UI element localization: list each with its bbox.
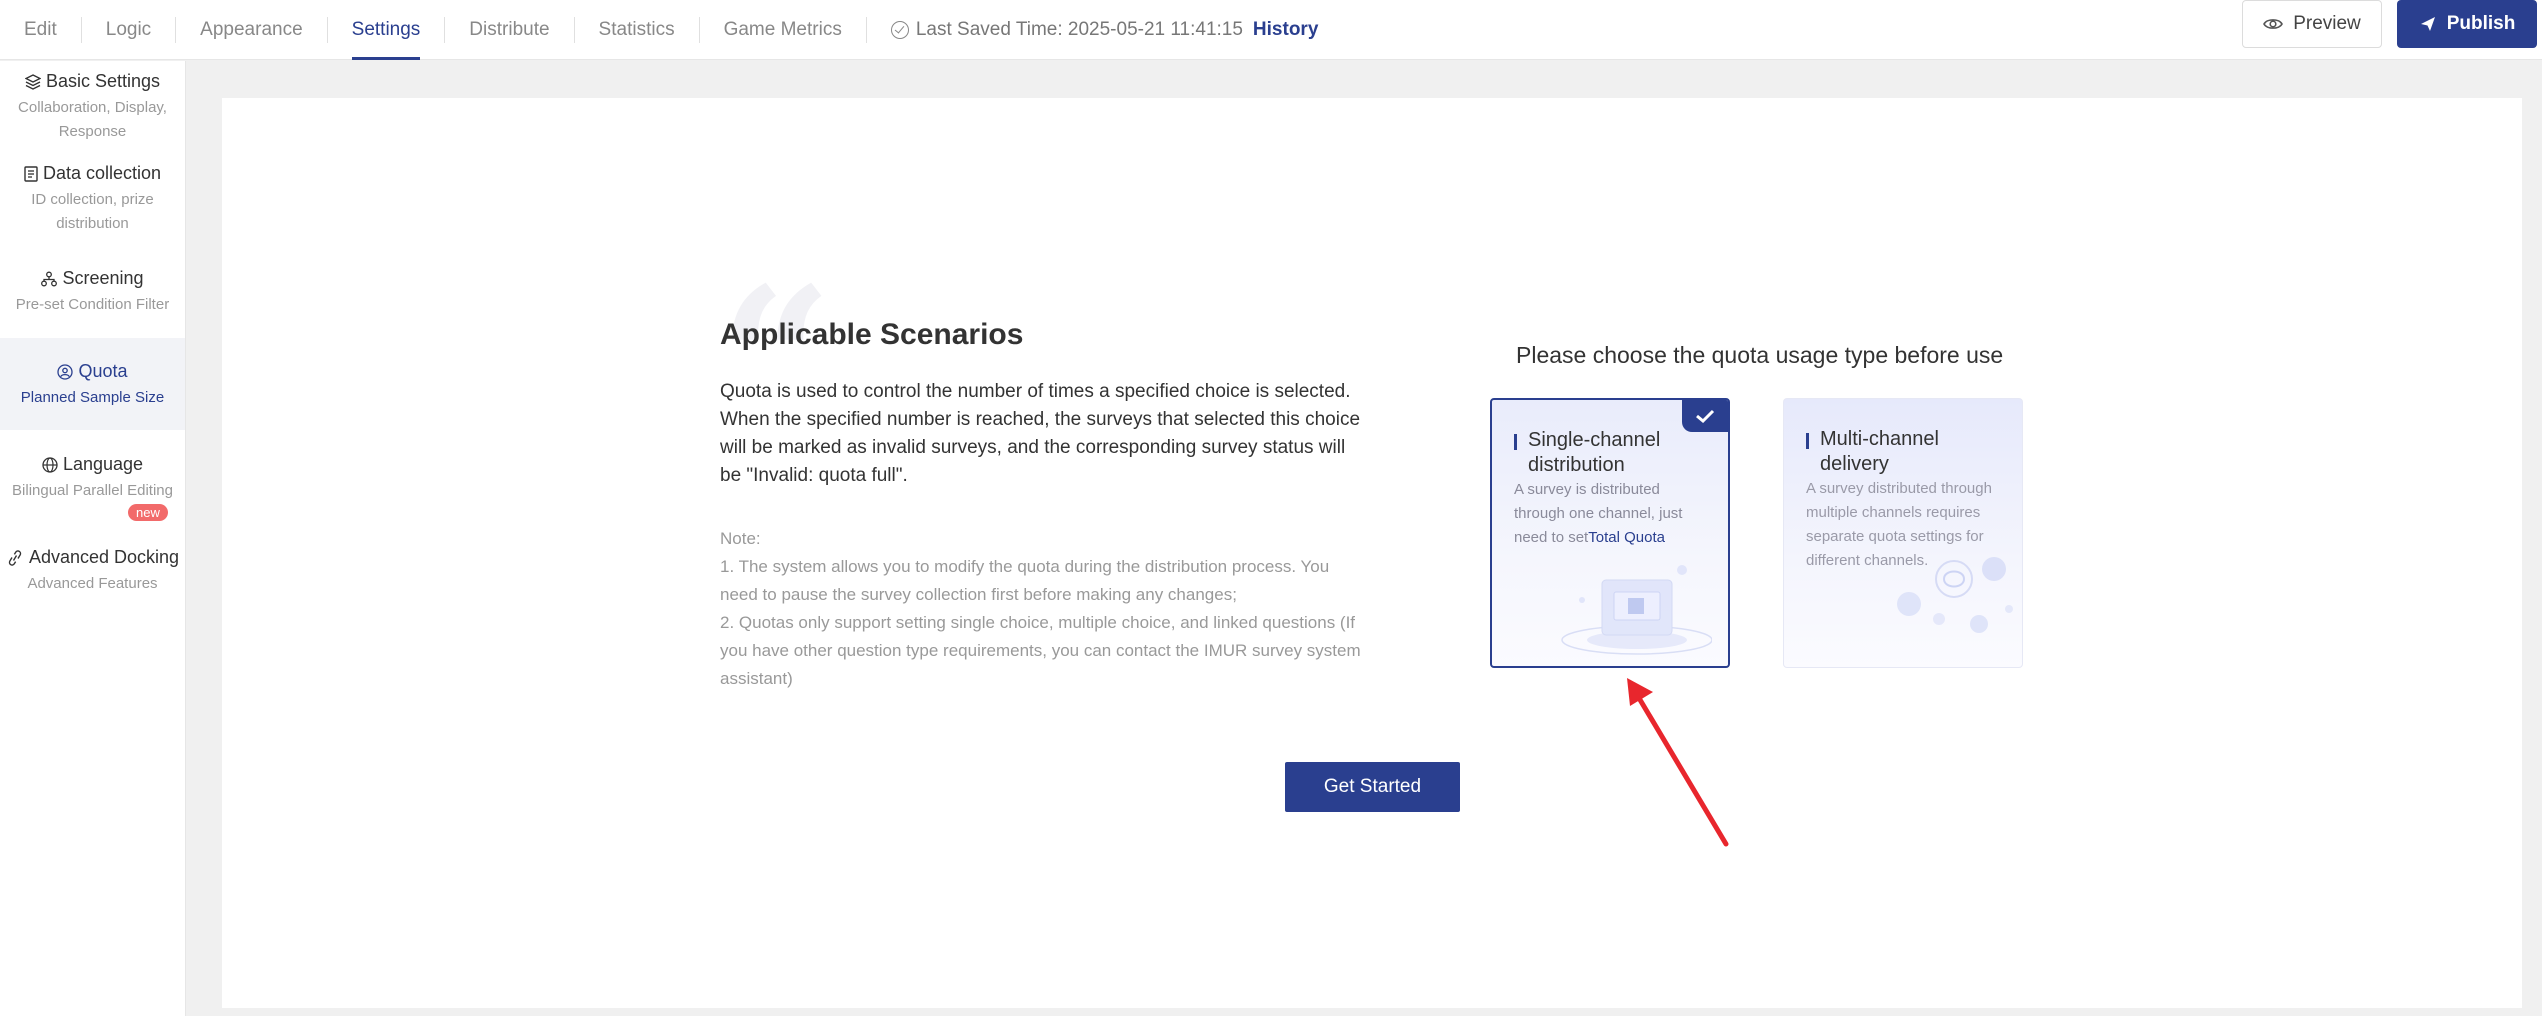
page-heading: Applicable Scenarios — [720, 318, 1024, 351]
get-started-button[interactable]: Get Started — [1285, 762, 1460, 812]
preview-button[interactable]: Preview — [2242, 0, 2382, 48]
last-saved-text: Last Saved Time: 2025-05-21 11:41:15 — [915, 19, 1243, 40]
single-channel-illustration-icon — [1561, 565, 1712, 655]
tab-distribute[interactable]: Distribute — [445, 17, 575, 43]
tab-appearance[interactable]: Appearance — [176, 17, 328, 43]
sidebar-item-advanced-docking[interactable]: Advanced Docking Advanced Features — [0, 547, 185, 627]
tab-logic[interactable]: Logic — [82, 17, 177, 43]
layers-icon — [24, 73, 41, 90]
sidebar-item-label: Language — [62, 454, 144, 474]
sidebar-item-label: Quota — [78, 361, 128, 381]
top-bar: Edit Logic Appearance Settings Distribut… — [0, 0, 2542, 60]
sidebar-item-label: Basic Settings — [45, 71, 161, 91]
multi-channel-card[interactable]: Multi-channel delivery A survey distribu… — [1783, 398, 2023, 668]
check-circle-icon — [890, 21, 909, 39]
sidebar-item-subtitle: Planned Sample Size — [20, 389, 165, 406]
sidebar-item-label: Screening — [62, 268, 144, 288]
person-circle-icon — [57, 363, 74, 380]
eye-icon — [2263, 19, 2284, 29]
sidebar-item-subtitle: Collaboration, Display, Response — [18, 99, 167, 140]
quota-notes: Note: 1. The system allows you to modify… — [720, 525, 1370, 693]
sidebar-item-quota[interactable]: Quota Planned Sample Size — [0, 338, 185, 430]
sidebar-item-label: Data collection — [42, 163, 162, 183]
globe-icon — [42, 456, 58, 473]
single-channel-card[interactable]: Single-channel distribution A survey is … — [1490, 398, 1730, 668]
note-label: Note: — [720, 529, 761, 548]
sidebar-item-subtitle: ID collection, prize distribution — [31, 191, 154, 232]
choose-type-title: Please choose the quota usage type befor… — [1516, 342, 2004, 368]
note-item: 2. Quotas only support setting single ch… — [720, 613, 1361, 688]
history-link[interactable]: History — [1253, 19, 1318, 41]
send-icon — [2420, 17, 2435, 31]
total-quota-highlight: Total Quota — [1588, 529, 1665, 546]
link-icon — [8, 549, 22, 566]
sidebar-item-subtitle: Advanced Features — [27, 575, 158, 592]
tab-edit[interactable]: Edit — [0, 17, 82, 43]
note-item: 1. The system allows you to modify the q… — [720, 557, 1330, 604]
publish-label: Publish — [2446, 13, 2516, 34]
sidebar-item-subtitle: Bilingual Parallel Editing — [12, 482, 173, 499]
settings-sidebar: Basic Settings Collaboration, Display, R… — [0, 61, 186, 1016]
tab-settings[interactable]: Settings — [328, 17, 446, 60]
card-description: A survey is distributed through one chan… — [1514, 478, 1714, 550]
tab-bar: Edit Logic Appearance Settings Distribut… — [0, 0, 1318, 60]
tab-game-metrics[interactable]: Game Metrics — [700, 17, 867, 43]
quota-description: Quota is used to control the number of t… — [720, 381, 1361, 486]
tab-statistics[interactable]: Statistics — [575, 17, 700, 43]
sidebar-item-label: Advanced Docking — [28, 547, 180, 567]
sidebar-item-language[interactable]: new Language Bilingual Parallel Editing — [0, 454, 185, 534]
document-icon — [24, 165, 38, 182]
publish-button[interactable]: Publish — [2397, 0, 2537, 48]
sidebar-item-screening[interactable]: Screening Pre-set Condition Filter — [0, 268, 185, 338]
sidebar-item-subtitle: Pre-set Condition Filter — [15, 296, 170, 313]
sidebar-item-data-collection[interactable]: Data collection ID collection, prize dis… — [0, 163, 185, 249]
sidebar-item-basic-settings[interactable]: Basic Settings Collaboration, Display, R… — [0, 71, 185, 157]
content-panel — [222, 98, 2522, 1008]
card-description: A survey distributed through multiple ch… — [1806, 480, 1992, 569]
preview-label: Preview — [2293, 13, 2361, 34]
hierarchy-icon — [41, 271, 58, 286]
card-title: Multi-channel delivery — [1806, 427, 2006, 477]
card-title: Single-channel distribution — [1514, 428, 1714, 478]
last-saved-status: Last Saved Time: 2025-05-21 11:41:15 His… — [890, 19, 1318, 41]
new-badge: new — [128, 504, 168, 521]
